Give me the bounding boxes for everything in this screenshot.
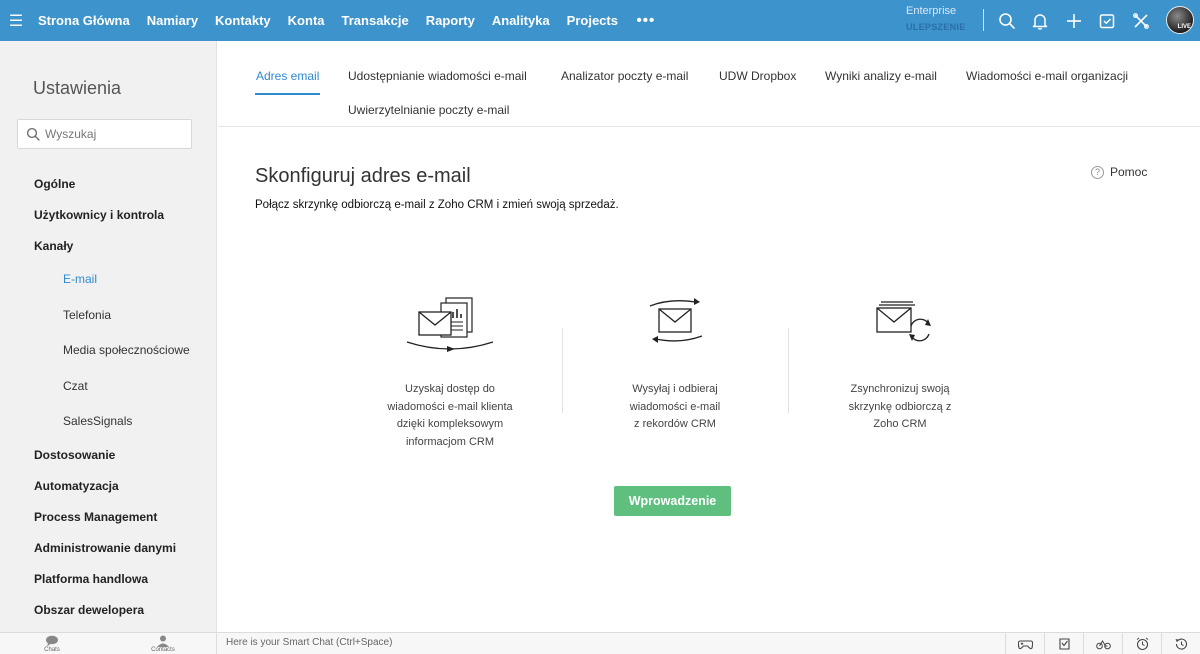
help-label: Pomoc — [1110, 165, 1148, 179]
sidebar-item-developer-space[interactable]: Obszar dewelopera — [0, 595, 217, 626]
chat-bubble-icon — [46, 635, 58, 647]
upgrade-link[interactable]: ULEPSZENIE — [906, 18, 976, 36]
bottom-right-tools — [1005, 633, 1200, 654]
tab-email-authentication[interactable]: Uwierzytelnianie poczty e-mail — [348, 99, 509, 121]
feature-divider — [562, 328, 563, 413]
alarm-clock-icon[interactable] — [1122, 633, 1161, 654]
email-documents-icon — [406, 297, 494, 352]
sidebar-subitem-telephony[interactable]: Telefonia — [0, 298, 217, 334]
sidebar-item-marketplace[interactable]: Platforma handlowa — [0, 564, 217, 595]
gamepad-icon[interactable] — [1005, 633, 1044, 654]
email-tabs: Adres email Udostępnianie wiadomości e-m… — [218, 41, 1200, 127]
tab-email-analyzer[interactable]: Analizator poczty e-mail — [561, 65, 688, 87]
tab-org-emails[interactable]: Wiadomości e-mail organizacji — [966, 65, 1128, 87]
main-content: Adres email Udostępnianie wiadomości e-m… — [218, 41, 1200, 632]
tab-bcc-dropbox[interactable]: UDW Dropbox — [719, 65, 796, 87]
nav-item-contacts[interactable]: Kontakty — [207, 0, 280, 41]
tab-email-sharing[interactable]: Udostępnianie wiadomości e-mail — [348, 65, 527, 87]
page-subtitle: Połącz skrzynkę odbiorczą e-mail z Zoho … — [255, 199, 619, 211]
tab-email-insights[interactable]: Wyniki analizy e-mail — [825, 65, 937, 87]
more-modules-button[interactable]: ••• — [626, 0, 665, 41]
sidebar-subitem-social[interactable]: Media społecznościowe — [0, 333, 217, 369]
search-input[interactable] — [45, 127, 185, 141]
feature-send-receive: Wysyłaj i odbieraj wiadomości e-mail z r… — [600, 294, 750, 434]
top-navigation-bar: ☰ Strona Główna Namiary Kontakty Konta T… — [0, 0, 1200, 41]
feature-2-text: Wysyłaj i odbieraj wiadomości e-mail z r… — [629, 383, 721, 430]
get-started-button[interactable]: Wprowadzenie — [614, 486, 731, 516]
topbar-actions — [990, 0, 1158, 41]
history-icon[interactable] — [1161, 633, 1200, 654]
nav-item-projects[interactable]: Projects — [558, 0, 626, 41]
nav-item-home[interactable]: Strona Główna — [30, 0, 138, 41]
sidebar-item-channels[interactable]: Kanały — [0, 231, 217, 262]
search-icon[interactable] — [990, 0, 1024, 41]
sync-inbox-icon — [876, 301, 931, 342]
settings-sidebar: Ustawienia Ogólne Użytkownicy i kontrola… — [0, 41, 217, 632]
sidebar-subitem-chat[interactable]: Czat — [0, 369, 217, 405]
chats-button[interactable]: Chats — [17, 633, 87, 654]
sidebar-search — [17, 119, 192, 149]
sidebar-subitem-email[interactable]: E-mail — [0, 262, 217, 298]
sidebar-item-general[interactable]: Ogólne — [0, 169, 217, 200]
feature-divider — [788, 328, 789, 413]
notes-icon[interactable] — [1044, 633, 1083, 654]
search-icon — [26, 127, 40, 141]
nav-item-reports[interactable]: Raporty — [417, 0, 483, 41]
feature-1-text: Uzyskaj dostęp do wiadomości e-mail klie… — [387, 383, 513, 448]
edition-info: Enterprise ULEPSZENIE — [906, 4, 976, 36]
bottom-left-panel: Chats Contacts — [0, 633, 217, 654]
nav-item-accounts[interactable]: Konta — [279, 0, 333, 41]
avatar-badge: LIVE — [1177, 24, 1191, 30]
feature-sync-inbox: Zsynchronizuj swoją skrzynkę odbiorczą z… — [825, 294, 975, 434]
help-icon: ? — [1091, 165, 1104, 179]
sidebar-item-data-admin[interactable]: Administrowanie danymi — [0, 533, 217, 564]
sidebar-item-customization[interactable]: Dostosowanie — [0, 440, 217, 471]
contact-person-icon — [157, 635, 169, 647]
help-link[interactable]: ? Pomoc — [1091, 165, 1147, 179]
nav-item-analytics[interactable]: Analityka — [483, 0, 558, 41]
tab-email-address[interactable]: Adres email — [254, 65, 321, 95]
calendar-icon[interactable] — [1091, 0, 1125, 41]
page-title: Skonfiguruj adres e-mail — [255, 165, 471, 187]
plus-icon[interactable] — [1057, 0, 1091, 41]
tools-icon[interactable] — [1124, 0, 1158, 41]
feature-3-text: Zsynchronizuj swoją skrzynkę odbiorczą z… — [848, 383, 952, 430]
user-avatar[interactable]: LIVE — [1166, 6, 1194, 34]
contacts-button[interactable]: Contacts — [128, 633, 198, 654]
nav-item-leads[interactable]: Namiary — [138, 0, 206, 41]
edition-name: Enterprise — [906, 5, 957, 17]
smart-chat-input[interactable]: Here is your Smart Chat (Ctrl+Space) — [226, 637, 392, 648]
sidebar-menu: Ogólne Użytkownicy i kontrola Kanały E-m… — [0, 169, 217, 626]
nav-item-deals[interactable]: Transakcje — [333, 0, 417, 41]
bicycle-icon[interactable] — [1083, 633, 1122, 654]
bell-icon[interactable] — [1024, 0, 1058, 41]
bottom-bar: Chats Contacts Here is your Smart Chat (… — [0, 632, 1200, 654]
send-receive-email-icon — [649, 298, 703, 343]
topbar-divider — [983, 9, 984, 31]
sidebar-item-users-control[interactable]: Użytkownicy i kontrola — [0, 200, 217, 231]
sidebar-title: Ustawienia — [33, 78, 122, 98]
sidebar-subitem-salessignals[interactable]: SalesSignals — [0, 404, 217, 440]
sidebar-item-process-management[interactable]: Process Management — [0, 502, 217, 533]
feature-access-emails: Uzyskaj dostęp do wiadomości e-mail klie… — [375, 294, 525, 451]
main-nav: Strona Główna Namiary Kontakty Konta Tra… — [30, 0, 665, 41]
sidebar-item-automation[interactable]: Automatyzacja — [0, 471, 217, 502]
menu-icon[interactable]: ☰ — [2, 0, 30, 41]
